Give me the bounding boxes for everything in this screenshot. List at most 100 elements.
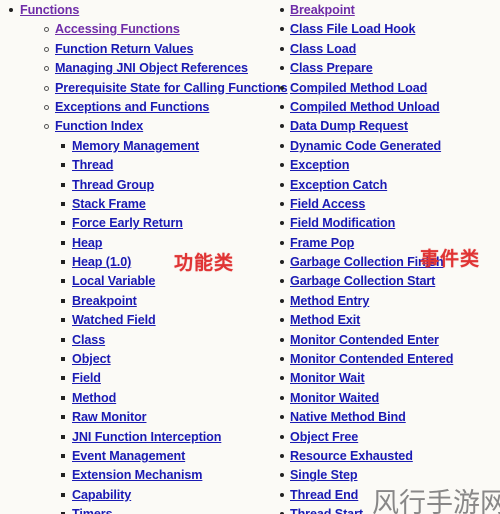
toc-link[interactable]: Object Free bbox=[290, 430, 358, 444]
list-item: Class File Load Hook bbox=[276, 19, 500, 38]
toc-link[interactable]: Force Early Return bbox=[72, 216, 183, 230]
list-item: Breakpoint bbox=[276, 0, 500, 19]
list-item: Accessing Functions bbox=[0, 19, 272, 38]
toc-link[interactable]: Field Access bbox=[290, 197, 365, 211]
toc-link[interactable]: Timers bbox=[72, 507, 113, 514]
toc-link[interactable]: Method bbox=[72, 391, 116, 405]
toc-link[interactable]: Object bbox=[72, 352, 111, 366]
list-item: Watched Field bbox=[0, 310, 272, 329]
list-item: Monitor Wait bbox=[276, 368, 500, 387]
list-item: Field bbox=[0, 368, 272, 387]
list-item: Method Exit bbox=[276, 310, 500, 329]
toc-link[interactable]: Method Entry bbox=[290, 294, 369, 308]
list-item: Class Prepare bbox=[276, 58, 500, 77]
list-item: Garbage Collection Start bbox=[276, 271, 500, 290]
toc-link[interactable]: Compiled Method Unload bbox=[290, 100, 440, 114]
toc-link[interactable]: Class Load bbox=[290, 42, 356, 56]
toc-link[interactable]: Compiled Method Load bbox=[290, 81, 427, 95]
toc-link[interactable]: Function Index bbox=[55, 119, 143, 133]
toc-link[interactable]: Extension Mechanism bbox=[72, 468, 202, 482]
list-item: Method bbox=[0, 388, 272, 407]
list-item: Breakpoint bbox=[0, 291, 272, 310]
toc-link[interactable]: Local Variable bbox=[72, 274, 155, 288]
toc-link[interactable]: Functions bbox=[20, 3, 79, 17]
toc-link[interactable]: Resource Exhausted bbox=[290, 449, 413, 463]
toc-link[interactable]: Accessing Functions bbox=[55, 22, 180, 36]
list-item: Field Modification bbox=[276, 213, 500, 232]
list-item: JNI Function Interception bbox=[0, 427, 272, 446]
toc-link[interactable]: Garbage Collection Start bbox=[290, 274, 435, 288]
toc-link[interactable]: Frame Pop bbox=[290, 236, 354, 250]
toc-link[interactable]: Single Step bbox=[290, 468, 358, 482]
list-item: Data Dump Request bbox=[276, 116, 500, 135]
list-item: Class Load bbox=[276, 39, 500, 58]
toc-link[interactable]: Function Return Values bbox=[55, 42, 194, 56]
list-item: Exception bbox=[276, 155, 500, 174]
toc-link[interactable]: Exception bbox=[290, 158, 349, 172]
list-item: Thread Start bbox=[276, 504, 500, 514]
list-item: Thread End bbox=[276, 485, 500, 504]
toc-link[interactable]: Thread End bbox=[290, 488, 358, 502]
list-item: Stack Frame bbox=[0, 194, 272, 213]
document-page: Functions Accessing Functions Function Ret… bbox=[0, 0, 500, 514]
toc-link[interactable]: Monitor Waited bbox=[290, 391, 379, 405]
toc-link[interactable]: Class File Load Hook bbox=[290, 22, 415, 36]
annotation-events-category: 事件类 bbox=[420, 248, 481, 270]
toc-link[interactable]: Event Management bbox=[72, 449, 185, 463]
toc-link[interactable]: Monitor Contended Enter bbox=[290, 333, 439, 347]
list-item: Force Early Return bbox=[0, 213, 272, 232]
list-item: Memory Management bbox=[0, 136, 272, 155]
toc-link[interactable]: Watched Field bbox=[72, 313, 156, 327]
list-item: Function Index bbox=[0, 116, 272, 135]
toc-link[interactable]: Heap (1.0) bbox=[72, 255, 131, 269]
toc-link[interactable]: Capability bbox=[72, 488, 131, 502]
toc-link[interactable]: Managing JNI Object References bbox=[55, 61, 248, 75]
toc-link[interactable]: Field bbox=[72, 371, 101, 385]
list-item: Compiled Method Load bbox=[276, 78, 500, 97]
toc-link[interactable]: Thread Start bbox=[290, 507, 363, 514]
toc-link[interactable]: Dynamic Code Generated bbox=[290, 139, 441, 153]
list-item: Resource Exhausted bbox=[276, 446, 500, 465]
toc-link[interactable]: Raw Monitor bbox=[72, 410, 147, 424]
list-item: Single Step bbox=[276, 465, 500, 484]
toc-link[interactable]: JNI Function Interception bbox=[72, 430, 221, 444]
toc-link[interactable]: Thread Group bbox=[72, 178, 154, 192]
list-item: Object Free bbox=[276, 427, 500, 446]
toc-link[interactable]: Thread bbox=[72, 158, 113, 172]
list-item: Field Access bbox=[276, 194, 500, 213]
toc-link[interactable]: Monitor Contended Entered bbox=[290, 352, 453, 366]
list-item: Method Entry bbox=[276, 291, 500, 310]
toc-link[interactable]: Breakpoint bbox=[72, 294, 137, 308]
toc-link[interactable]: Class Prepare bbox=[290, 61, 373, 75]
list-item: Monitor Waited bbox=[276, 388, 500, 407]
list-item: Prerequisite State for Calling Functions bbox=[0, 78, 288, 97]
list-item: Thread bbox=[0, 155, 272, 174]
toc-link[interactable]: Data Dump Request bbox=[290, 119, 408, 133]
list-item: Native Method Bind bbox=[276, 407, 500, 426]
toc-link[interactable]: Class bbox=[72, 333, 105, 347]
toc-link[interactable]: Prerequisite State for Calling Functions bbox=[55, 81, 288, 95]
toc-link[interactable]: Monitor Wait bbox=[290, 371, 365, 385]
list-item: Exceptions and Functions bbox=[0, 97, 272, 116]
list-item: Function Return Values bbox=[0, 39, 272, 58]
toc-link[interactable]: Field Modification bbox=[290, 216, 395, 230]
toc-link[interactable]: Exceptions and Functions bbox=[55, 100, 209, 114]
list-item: Object bbox=[0, 349, 272, 368]
list-item: Event Management bbox=[0, 446, 272, 465]
toc-link[interactable]: Exception Catch bbox=[290, 178, 387, 192]
list-item: Class bbox=[0, 330, 272, 349]
list-item: Dynamic Code Generated bbox=[276, 136, 500, 155]
toc-link[interactable]: Memory Management bbox=[72, 139, 199, 153]
list-item: Extension Mechanism bbox=[0, 465, 272, 484]
list-item: Capability bbox=[0, 485, 272, 504]
toc-link[interactable]: Stack Frame bbox=[72, 197, 146, 211]
toc-link[interactable]: Breakpoint bbox=[290, 3, 355, 17]
list-item: Raw Monitor bbox=[0, 407, 272, 426]
toc-link[interactable]: Method Exit bbox=[290, 313, 360, 327]
list-item: Thread Group bbox=[0, 175, 272, 194]
list-item: Functions bbox=[0, 0, 272, 19]
toc-link[interactable]: Native Method Bind bbox=[290, 410, 406, 424]
toc-link[interactable]: Heap bbox=[72, 236, 103, 250]
list-item: Exception Catch bbox=[276, 175, 500, 194]
list-item: Compiled Method Unload bbox=[276, 97, 500, 116]
